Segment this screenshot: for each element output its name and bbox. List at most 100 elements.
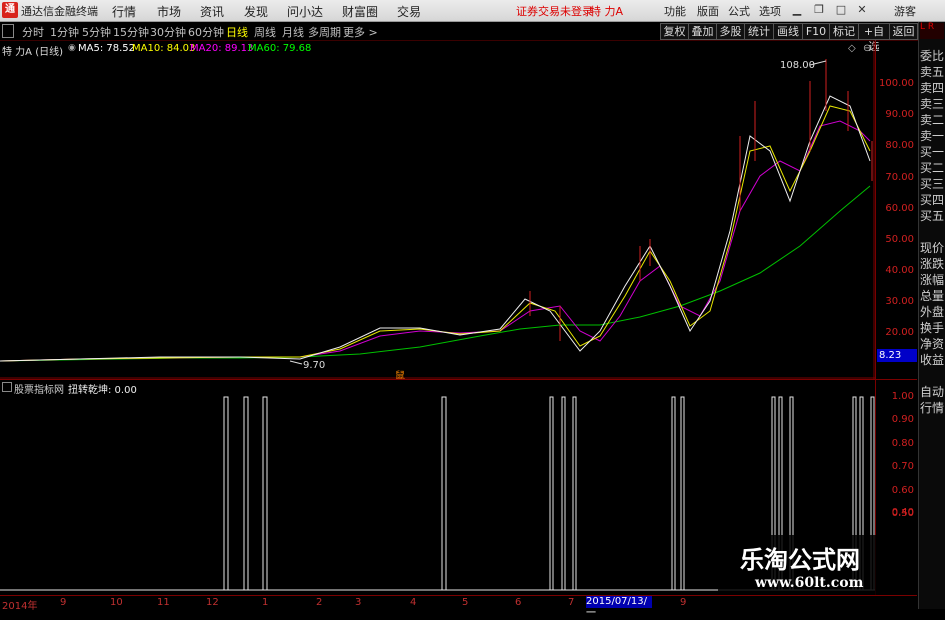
high-price-label: 108.00	[780, 60, 815, 71]
side-label[interactable]: 卖五	[920, 64, 945, 80]
period-multi[interactable]: 多周期	[308, 24, 341, 40]
date-tick: 10	[110, 597, 123, 608]
period-5min[interactable]: 5分钟	[82, 24, 111, 40]
menu-discover[interactable]: 发现	[244, 3, 268, 20]
price-tick: 20.00	[885, 327, 914, 338]
menu-options[interactable]: 选项	[759, 3, 781, 19]
date-tick: 5	[462, 597, 469, 608]
badge-r: R	[927, 22, 935, 32]
date-tick: 9	[680, 597, 687, 608]
period-60min[interactable]: 60分钟	[188, 24, 224, 40]
period-weekly[interactable]: 周线	[254, 24, 276, 40]
price-tick: 50.00	[885, 234, 914, 245]
side-label[interactable]: 买四	[920, 192, 945, 208]
side-label[interactable]: 卖一	[920, 128, 945, 144]
date-tick: 9	[60, 597, 67, 608]
date-tick: 2	[316, 597, 323, 608]
stats-button[interactable]: 统计	[744, 23, 774, 40]
price-tick: 70.00	[885, 172, 914, 183]
candlesticks	[529, 59, 873, 341]
side-label[interactable]: 买一	[920, 144, 945, 160]
price-tick: 80.00	[885, 140, 914, 151]
low-price-label: 9.70	[303, 360, 325, 371]
menu-news[interactable]: 资讯	[200, 3, 224, 20]
f10-button[interactable]: F10	[802, 23, 830, 40]
menu-wealth[interactable]: 财富圈	[342, 3, 378, 20]
date-tick: 1	[262, 597, 269, 608]
app-title: 通达信金融终端	[21, 5, 98, 18]
indicator-tick: 0.80	[891, 438, 914, 449]
quote-toggle[interactable]: 行情	[920, 400, 945, 416]
date-tick: 6	[515, 597, 522, 608]
side-label[interactable]: 委比	[920, 48, 945, 64]
side-label[interactable]: 总量	[920, 288, 945, 304]
mark-button[interactable]: 标记	[829, 23, 859, 40]
period-toolbar: 分时 1分钟 5分钟 15分钟 30分钟 60分钟 日线 周线 月线 多周期 更…	[0, 22, 945, 53]
side-label[interactable]: 卖三	[920, 96, 945, 112]
overlay-button[interactable]: 叠加	[688, 23, 717, 40]
date-tick: 12	[206, 597, 219, 608]
date-tick: 11	[157, 597, 170, 608]
close-icon[interactable]: ✕	[855, 3, 869, 17]
price-tick: 90.00	[885, 109, 914, 120]
add-favorite-button[interactable]: +自选	[858, 23, 890, 53]
panel-divider	[0, 379, 917, 380]
menu-formula[interactable]: 公式	[728, 3, 750, 19]
price-chart[interactable]: 108.00 9.70 鼠	[0, 41, 875, 379]
menu-quotes[interactable]: 行情	[112, 3, 136, 20]
login-warning: 证券交易未登录	[516, 5, 593, 18]
side-label[interactable]: 卖二	[920, 112, 945, 128]
period-1min[interactable]: 1分钟	[50, 24, 79, 40]
watermark-title: 乐淘公式网	[740, 545, 860, 574]
side-label[interactable]: 外盘	[920, 304, 945, 320]
quote-side-panel: L R 委比 卖五 卖四 卖三 卖二 卖一 买一 买二 买三 买四 买五 现价 …	[918, 22, 945, 609]
current-price-tag: 8.23	[877, 349, 917, 362]
date-tick: 4	[410, 597, 417, 608]
minimize-icon[interactable]: ▁	[790, 3, 804, 17]
period-more[interactable]: 更多 >	[343, 24, 378, 40]
menu-guest[interactable]: 游客	[894, 3, 916, 19]
back-button[interactable]: 返回	[889, 23, 918, 40]
date-tick: 3	[355, 597, 362, 608]
price-tick: 60.00	[885, 203, 914, 214]
period-daily[interactable]: 日线	[226, 24, 248, 40]
side-label[interactable]: 净资	[920, 336, 945, 352]
auto-toggle[interactable]: 自动	[920, 384, 945, 400]
period-15min[interactable]: 15分钟	[113, 24, 149, 40]
price-axis: 100.00 90.00 80.00 70.00 60.00 50.00 40.…	[875, 41, 918, 379]
maximize-icon[interactable]: □	[834, 3, 848, 17]
indicator-tick: 0.90	[891, 414, 914, 425]
watermark-url: www.60lt.com	[755, 575, 864, 591]
menu-market[interactable]: 市场	[157, 3, 181, 20]
adjust-button[interactable]: 复权	[660, 23, 689, 40]
indicator-tick: 0.60	[891, 485, 914, 496]
indicator-tick: 1.00	[891, 391, 914, 402]
side-label[interactable]: 买三	[920, 176, 945, 192]
price-tick: 100.00	[879, 78, 914, 89]
menu-layout[interactable]: 版面	[697, 3, 719, 19]
period-monthly[interactable]: 月线	[282, 24, 304, 40]
menu-ask[interactable]: 问小达	[287, 3, 323, 20]
period-intraday[interactable]: 分时	[22, 24, 44, 40]
cursor-date: 2015/07/13/一	[586, 596, 652, 619]
restore-icon[interactable]: ❐	[812, 3, 826, 17]
draw-button[interactable]: 画线	[773, 23, 803, 40]
side-label[interactable]: 收益	[920, 352, 945, 368]
price-tick: 30.00	[885, 296, 914, 307]
side-label[interactable]: 涨幅	[920, 272, 945, 288]
badge-l: L	[920, 22, 926, 32]
side-label[interactable]: 买二	[920, 160, 945, 176]
side-label[interactable]: 换手	[920, 320, 945, 336]
lr-badge[interactable]: L R	[920, 23, 944, 39]
event-marker: 鼠	[395, 369, 405, 379]
menu-trade[interactable]: 交易	[397, 3, 421, 20]
side-label[interactable]: 买五	[920, 208, 945, 224]
side-label[interactable]: 现价	[920, 240, 945, 256]
multistock-button[interactable]: 多股	[716, 23, 745, 40]
side-label[interactable]: 卖四	[920, 80, 945, 96]
menu-function[interactable]: 功能	[664, 3, 686, 19]
period-30min[interactable]: 30分钟	[150, 24, 186, 40]
side-label[interactable]: 涨跌	[920, 256, 945, 272]
toggle-icon[interactable]	[2, 24, 14, 38]
indicator-toggle-icon[interactable]	[2, 382, 12, 392]
